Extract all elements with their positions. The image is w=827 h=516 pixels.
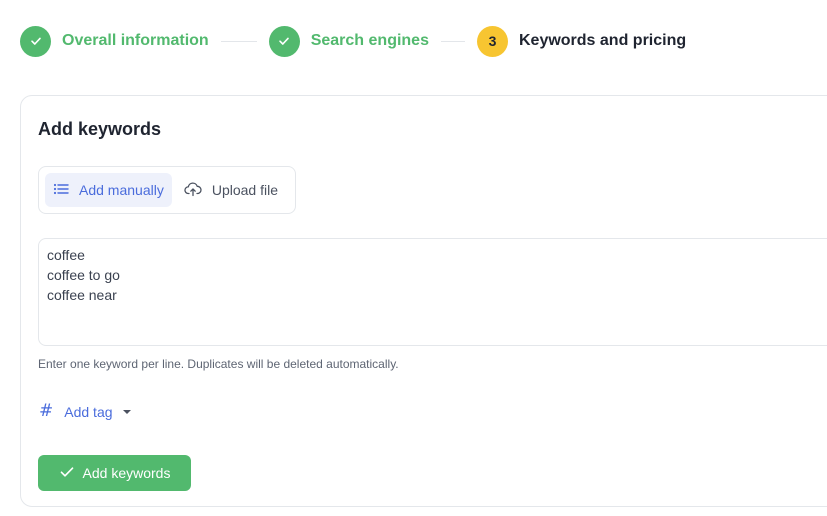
list-icon: [53, 182, 79, 199]
add-keywords-button-label: Add keywords: [82, 465, 171, 481]
step-label: Keywords and pricing: [518, 32, 687, 49]
tab-label: Upload file: [211, 182, 278, 198]
add-tag-label: Add tag: [64, 403, 113, 420]
tab-add-manually[interactable]: Add manually: [45, 173, 172, 207]
stepper: Overall information Search engines 3 Key…: [20, 25, 686, 57]
keywords-textarea[interactable]: coffee coffee to go coffee near: [38, 238, 827, 346]
hashtag-icon: #: [39, 401, 54, 421]
caret-down-icon: [122, 409, 131, 414]
tab-upload-file[interactable]: Upload file: [176, 173, 286, 207]
cloud-upload-icon: [184, 181, 212, 200]
add-keywords-card: Add keywords Add manually Upload file co…: [20, 95, 827, 507]
add-tag-dropdown[interactable]: # Add tag: [39, 403, 131, 420]
step-connector: [440, 40, 465, 42]
check-icon: [20, 25, 51, 57]
step-keywords-and-pricing[interactable]: 3 Keywords and pricing: [476, 25, 687, 57]
step-number-badge: 3: [476, 25, 508, 57]
input-mode-tabs: Add manually Upload file: [38, 166, 296, 214]
card-title: Add keywords: [38, 119, 162, 139]
tab-label: Add manually: [79, 182, 164, 198]
step-connector: [220, 40, 257, 42]
step-label: Overall information: [62, 32, 209, 49]
check-icon: [59, 465, 83, 482]
step-search-engines[interactable]: Search engines: [268, 25, 429, 57]
add-keywords-button[interactable]: Add keywords: [38, 455, 191, 491]
step-overall-information[interactable]: Overall information: [20, 25, 209, 57]
check-icon: [268, 25, 300, 57]
step-label: Search engines: [310, 32, 429, 49]
keywords-hint: Enter one keyword per line. Duplicates w…: [38, 357, 399, 371]
